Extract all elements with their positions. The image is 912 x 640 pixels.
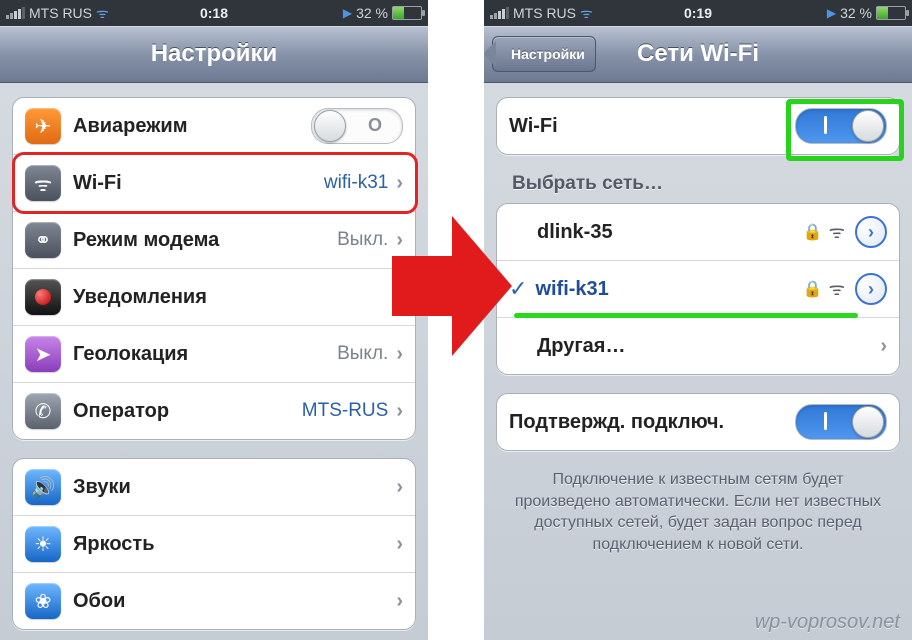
clock: 0:19 — [484, 5, 912, 21]
settings-screen: MTS RUS ᯤ 0:18 ▶ 32 % Настройки ✈ Авиаре… — [0, 0, 428, 640]
lock-icon: 🔒 — [803, 222, 823, 242]
row-value: MTS-RUS — [302, 400, 389, 422]
battery-icon — [876, 6, 906, 20]
row-sounds[interactable]: 🔊 Звуки › — [13, 459, 415, 516]
network-row-other[interactable]: Другая… › — [497, 318, 899, 374]
signal-strength-icon: ᯤ — [829, 277, 845, 301]
row-label: Обои — [73, 590, 125, 613]
status-bar: MTS RUS ᯤ 0:19 ▶ 32 % — [484, 0, 912, 26]
battery-icon — [392, 6, 422, 20]
chevron-icon: › — [396, 172, 403, 195]
row-label: Авиарежим — [73, 115, 188, 138]
chevron-icon: › — [396, 533, 403, 556]
settings-group-2: 🔊 Звуки › ☀ Яркость › ❀ Обои › — [12, 458, 416, 630]
row-label: Режим модема — [73, 229, 219, 252]
wifi-switch[interactable] — [795, 108, 887, 144]
ask-join-switch[interactable] — [795, 404, 887, 440]
row-label: Wi-Fi — [509, 115, 558, 138]
watermark: wp-voprosov.net — [755, 611, 900, 634]
row-label: Яркость — [73, 533, 155, 556]
notifications-icon — [25, 279, 61, 315]
check-icon: ✓ — [509, 276, 527, 302]
speaker-icon: 🔊 — [25, 469, 61, 505]
network-name: dlink-35 — [537, 221, 613, 244]
network-name: Другая… — [537, 335, 625, 358]
ask-join-group: Подтвержд. подключ. — [496, 393, 900, 451]
page-title: Настройки — [151, 40, 278, 68]
detail-button[interactable]: › — [855, 273, 887, 305]
row-wallpaper[interactable]: ❀ Обои › — [13, 573, 415, 629]
row-wifi[interactable]: ᯤ Wi-Fi wifi-k31 › — [13, 155, 415, 212]
row-hotspot[interactable]: ⚭ Режим модема Выкл. › — [13, 212, 415, 269]
nav-bar: Настройки — [0, 26, 428, 83]
network-row-dlink[interactable]: dlink-35 🔒 ᯤ › — [497, 204, 899, 261]
row-label: Подтвержд. подключ. — [509, 411, 724, 434]
row-value: Выкл. — [337, 343, 388, 365]
row-wifi-toggle[interactable]: Wi-Fi — [497, 98, 899, 154]
row-location[interactable]: ➤ Геолокация Выкл. › — [13, 326, 415, 383]
clock: 0:18 — [0, 5, 428, 21]
row-ask-to-join[interactable]: Подтвержд. подключ. — [497, 394, 899, 450]
status-bar: MTS RUS ᯤ 0:18 ▶ 32 % — [0, 0, 428, 26]
nav-bar: Настройки Сети Wi-Fi — [484, 26, 912, 83]
chevron-icon: › — [396, 286, 403, 309]
row-value: wifi-k31 — [324, 172, 388, 194]
chevron-icon: › — [396, 476, 403, 499]
row-value: Выкл. — [337, 229, 388, 251]
network-row-wifik31[interactable]: ✓ wifi-k31 🔒 ᯤ › — [497, 261, 899, 318]
chevron-icon: › — [396, 400, 403, 423]
link-icon: ⚭ — [25, 222, 61, 258]
signal-strength-icon: ᯤ — [829, 220, 845, 244]
chevron-icon: › — [396, 590, 403, 613]
footer-note: Подключение к известным сетям будет прои… — [496, 469, 900, 555]
wallpaper-icon: ❀ — [25, 583, 61, 619]
row-label: Уведомления — [73, 286, 207, 309]
airplane-icon: ✈ — [25, 108, 61, 144]
wifi-toggle-group: Wi-Fi — [496, 97, 900, 155]
network-name: wifi-k31 — [535, 278, 608, 301]
row-notifications[interactable]: Уведомления › — [13, 269, 415, 326]
back-button[interactable]: Настройки — [492, 36, 596, 72]
row-label: Оператор — [73, 400, 169, 423]
brightness-icon: ☀ — [25, 526, 61, 562]
settings-group-1: ✈ Авиарежим O ᯤ Wi-Fi wifi-k31 › ⚭ Режим… — [12, 97, 416, 440]
chevron-icon: › — [396, 229, 403, 252]
wifi-networks-screen: MTS RUS ᯤ 0:19 ▶ 32 % Настройки Сети Wi-… — [484, 0, 912, 640]
phone-icon: ✆ — [25, 393, 61, 429]
row-brightness[interactable]: ☀ Яркость › — [13, 516, 415, 573]
row-label: Звуки — [73, 476, 131, 499]
wifi-icon: ᯤ — [25, 165, 61, 201]
row-label: Wi-Fi — [73, 172, 122, 195]
chevron-icon: › — [880, 335, 887, 358]
lock-icon: 🔒 — [803, 279, 823, 299]
networks-group: dlink-35 🔒 ᯤ › ✓ wifi-k31 🔒 ᯤ › Другая… — [496, 203, 900, 375]
row-label: Геолокация — [73, 343, 188, 366]
airplane-switch[interactable]: O — [311, 108, 403, 144]
chevron-icon: › — [396, 343, 403, 366]
choose-network-label: Выбрать сеть… — [512, 173, 890, 195]
page-title: Сети Wi-Fi — [637, 40, 759, 68]
row-airplane[interactable]: ✈ Авиарежим O — [13, 98, 415, 155]
row-carrier[interactable]: ✆ Оператор MTS-RUS › — [13, 383, 415, 439]
detail-button[interactable]: › — [855, 216, 887, 248]
location-icon: ➤ — [25, 336, 61, 372]
